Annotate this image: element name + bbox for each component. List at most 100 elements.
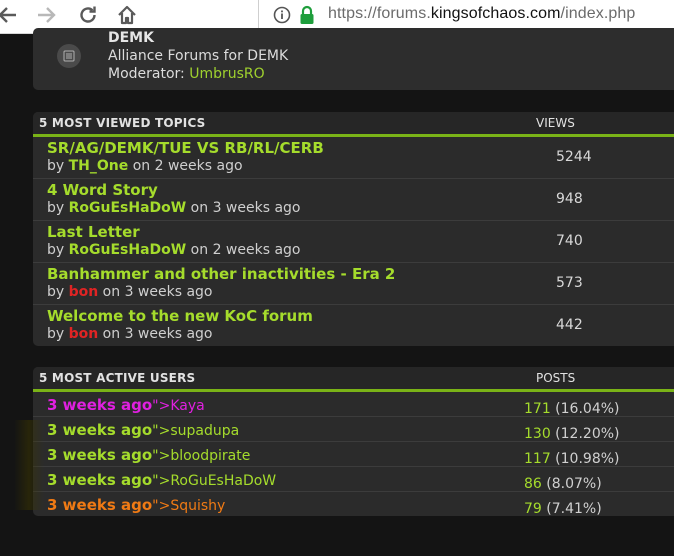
topic-by: by [47, 326, 69, 342]
user-name: ">Squishy [152, 498, 226, 514]
user-row: 3 weeks ago">supadupa 130 (12.20%) [33, 417, 674, 442]
user-post-count: 79 [524, 501, 542, 516]
topic-by: by [47, 242, 69, 258]
forward-arrow-icon [38, 7, 56, 23]
moderator-link[interactable]: UmbrusRO [189, 66, 264, 82]
topic-title-link[interactable]: Welcome to the new KoC forum [47, 307, 313, 325]
topic-title-link[interactable]: SR/AG/DEMK/TUE VS RB/RL/CERB [47, 139, 324, 157]
user-name: ">supadupa [152, 423, 240, 439]
background-artifact [14, 420, 44, 510]
topic-time: on 3 weeks ago [98, 284, 213, 300]
user-posts: 86 (8.07%) [524, 476, 602, 492]
topic-views: 442 [556, 317, 583, 333]
topic-list: SR/AG/DEMK/TUE VS RB/RL/CERB by TH_One on… [33, 137, 674, 346]
user-posts: 79 (7.41%) [524, 501, 602, 516]
topic-time: on 2 weeks ago [186, 242, 301, 258]
user-post-percent: (16.04%) [550, 401, 620, 417]
user-post-count: 86 [524, 476, 542, 492]
user-last-active: 3 weeks ago [47, 396, 153, 414]
user-name: ">RoGuEsHaDoW [152, 473, 277, 489]
topic-author-link[interactable]: bon [69, 284, 99, 300]
forum-card: DEMK Alliance Forums for DEMK Moderator:… [33, 28, 674, 90]
topic-title-link[interactable]: 4 Word Story [47, 181, 158, 199]
user-post-count: 117 [524, 451, 551, 467]
topic-row: Welcome to the new KoC forum by bon on 3 … [33, 305, 674, 346]
user-post-percent: (10.98%) [550, 451, 620, 467]
user-link[interactable]: 3 weeks ago">bloodpirate [47, 446, 250, 464]
views-column-header: VIEWS [536, 116, 575, 130]
user-post-percent: (7.41%) [541, 501, 602, 516]
user-name: ">Kaya [152, 398, 205, 414]
user-posts: 117 (10.98%) [524, 451, 620, 467]
lock-icon [300, 5, 314, 24]
topic-meta: by bon on 3 weeks ago [47, 284, 213, 300]
user-posts: 171 (16.04%) [524, 401, 620, 417]
user-link[interactable]: 3 weeks ago">Kaya [47, 396, 205, 414]
topic-meta: by TH_One on 2 weeks ago [47, 158, 243, 174]
user-row: 3 weeks ago">Squishy 79 (7.41%) [33, 492, 674, 516]
posts-column-header: POSTS [536, 371, 576, 385]
topic-time: on 3 weeks ago [186, 200, 301, 216]
home-icon [118, 5, 136, 25]
back-arrow-icon [0, 7, 16, 23]
user-row: 3 weeks ago">bloodpirate 117 (10.98%) [33, 442, 674, 467]
topic-meta: by bon on 3 weeks ago [47, 326, 213, 342]
topic-author-link[interactable]: RoGuEsHaDoW [69, 200, 187, 216]
user-post-count: 130 [524, 426, 551, 442]
user-link[interactable]: 3 weeks ago">Squishy [47, 496, 225, 514]
user-link[interactable]: 3 weeks ago">RoGuEsHaDoW [47, 471, 276, 489]
topic-by: by [47, 284, 69, 300]
topic-views: 948 [556, 191, 583, 207]
topic-views: 573 [556, 275, 583, 291]
forum-description: Alliance Forums for DEMK [108, 48, 289, 64]
reload-button[interactable] [75, 3, 101, 27]
topic-meta: by RoGuEsHaDoW on 2 weeks ago [47, 242, 301, 258]
topic-time: on 2 weeks ago [128, 158, 243, 174]
topic-author-link[interactable]: RoGuEsHaDoW [69, 242, 187, 258]
user-last-active: 3 weeks ago [47, 471, 153, 489]
user-posts: 130 (12.20%) [524, 426, 620, 442]
most-viewed-header: 5 MOST VIEWED TOPICS VIEWS [33, 112, 674, 137]
user-post-count: 171 [524, 401, 551, 417]
url-text: https://forums.kingsofchaos.com/index.ph… [328, 5, 635, 23]
user-last-active: 3 weeks ago [47, 496, 153, 514]
topic-row: Banhammer and other inactivities - Era 2… [33, 263, 674, 305]
user-row: 3 weeks ago">Kaya 171 (16.04%) [33, 392, 674, 417]
topic-author-link[interactable]: bon [69, 326, 99, 342]
topic-title-link[interactable]: Last Letter [47, 223, 140, 241]
forum-title[interactable]: DEMK [108, 30, 154, 46]
user-last-active: 3 weeks ago [47, 446, 153, 464]
most-active-header: 5 MOST ACTIVE USERS POSTS [33, 367, 674, 392]
topic-title-link[interactable]: Banhammer and other inactivities - Era 2 [47, 265, 395, 283]
info-icon[interactable] [273, 6, 291, 24]
moderator-label: Moderator: [108, 66, 190, 82]
topic-meta: by RoGuEsHaDoW on 3 weeks ago [47, 200, 301, 216]
url-scheme: https://forums. [328, 5, 431, 22]
user-post-percent: (8.07%) [541, 476, 602, 492]
user-link[interactable]: 3 weeks ago">supadupa [47, 421, 239, 439]
reload-icon [80, 6, 96, 23]
topic-author-link[interactable]: TH_One [69, 158, 129, 174]
forum-moderator: Moderator: UmbrusRO [108, 66, 265, 82]
topic-row: 4 Word Story by RoGuEsHaDoW on 3 weeks ag… [33, 179, 674, 221]
url-host: kingsofchaos.com [430, 5, 561, 22]
most-active-heading: 5 MOST ACTIVE USERS [39, 371, 196, 385]
user-name: ">bloodpirate [152, 448, 251, 464]
forum-icon [57, 44, 81, 68]
home-button[interactable] [114, 3, 140, 27]
topic-time: on 3 weeks ago [98, 326, 213, 342]
user-post-percent: (12.20%) [550, 426, 620, 442]
document-icon [63, 50, 75, 62]
topic-views: 740 [556, 233, 583, 249]
most-viewed-topics-panel: 5 MOST VIEWED TOPICS VIEWS SR/AG/DEMK/TU… [33, 112, 674, 346]
url-path: /index.php [560, 5, 636, 22]
user-list: 3 weeks ago">Kaya 171 (16.04%) 3 weeks ago… [33, 392, 674, 516]
topic-by: by [47, 158, 69, 174]
back-button[interactable] [0, 3, 20, 27]
topic-row: SR/AG/DEMK/TUE VS RB/RL/CERB by TH_One on… [33, 137, 674, 179]
most-active-users-panel: 5 MOST ACTIVE USERS POSTS 3 weeks ago">K… [33, 367, 674, 516]
topic-row: Last Letter by RoGuEsHaDoW on 2 weeks ago… [33, 221, 674, 263]
topic-by: by [47, 200, 69, 216]
most-viewed-heading: 5 MOST VIEWED TOPICS [39, 116, 206, 130]
forward-button[interactable] [34, 3, 60, 27]
